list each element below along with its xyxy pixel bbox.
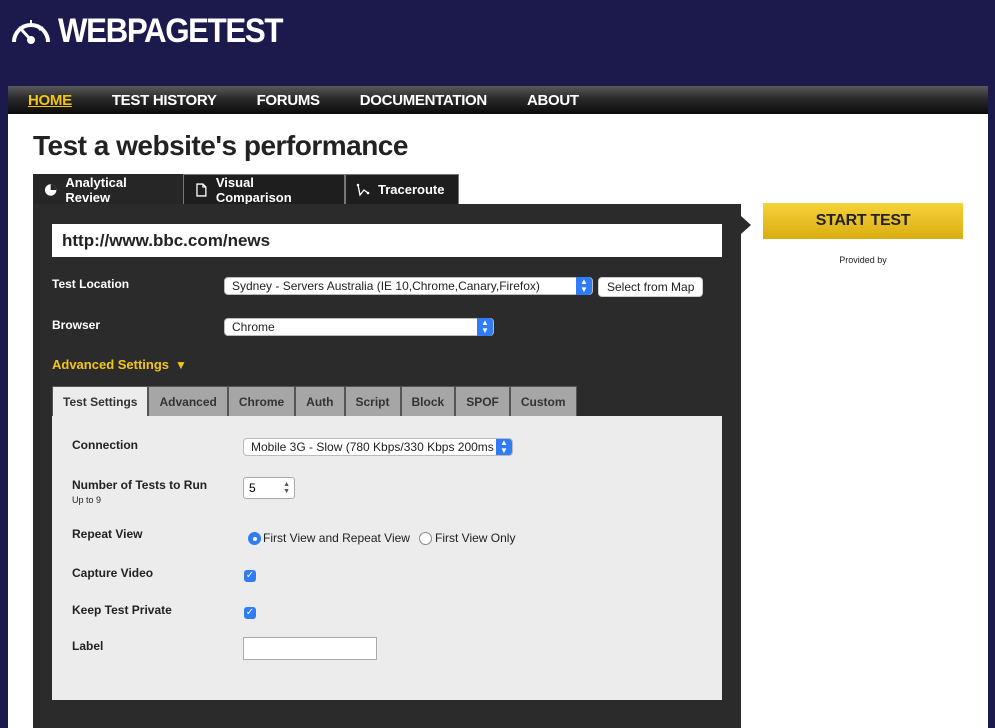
start-test-button[interactable]: START TEST — [763, 203, 963, 239]
radio-first-only[interactable] — [419, 532, 432, 545]
radio-first-only-label: First View Only — [435, 531, 516, 545]
provided-by-text: Provided by — [839, 255, 887, 265]
subtab-test-settings[interactable]: Test Settings — [52, 386, 149, 416]
num-tests-hint: Up to 9 — [72, 495, 102, 505]
nav-test-history[interactable]: TEST HISTORY — [112, 92, 217, 109]
nav-forums[interactable]: FORUMS — [257, 92, 321, 109]
pie-chart-icon — [44, 183, 57, 196]
repeat-view-label: Repeat View — [72, 527, 143, 541]
test-form-panel: Test Location Sydney - Servers Australia… — [33, 204, 741, 728]
subtab-advanced[interactable]: Advanced — [148, 386, 228, 416]
trace-path-icon — [356, 183, 370, 196]
connection-label: Connection — [72, 438, 138, 452]
tab-visual-comparison[interactable]: Visual Comparison — [183, 174, 345, 205]
keep-private-checkbox[interactable]: ✓ — [244, 607, 256, 619]
main-content: Test a website's performance Analytical … — [8, 114, 988, 728]
browser-label: Browser — [52, 318, 101, 332]
radio-first-and-repeat[interactable] — [248, 532, 261, 545]
nav-documentation[interactable]: DOCUMENTATION — [360, 92, 488, 109]
subtab-custom[interactable]: Custom — [509, 386, 577, 416]
nav-home[interactable]: HOME — [28, 92, 72, 109]
num-tests-stepper[interactable]: 5 ▲ ▼ — [243, 477, 295, 499]
select-arrows-icon: ▲ ▼ — [576, 277, 592, 295]
panel-pointer — [741, 216, 751, 234]
label-input[interactable] — [243, 637, 377, 660]
radio-first-and-repeat-label: First View and Repeat View — [263, 531, 410, 545]
nav-about[interactable]: ABOUT — [527, 92, 579, 109]
test-settings-panel: Connection Mobile 3G - Slow (780 Kbps/33… — [52, 416, 722, 700]
num-tests-label: Number of Tests to Run — [72, 478, 208, 492]
select-arrows-icon: ▲ ▼ — [496, 439, 512, 455]
browser-select[interactable]: Chrome ▲ ▼ — [224, 318, 494, 336]
subtab-auth[interactable]: Auth — [295, 386, 345, 416]
page-title: Test a website's performance — [33, 130, 408, 161]
tab-traceroute[interactable]: Traceroute — [345, 174, 459, 204]
capture-video-checkbox[interactable]: ✓ — [244, 570, 256, 582]
stepper-arrows-icon: ▲ ▼ — [283, 481, 290, 495]
select-from-map-button[interactable]: Select from Map — [598, 277, 704, 297]
document-icon — [196, 182, 207, 197]
test-location-select[interactable]: Sydney - Servers Australia (IE 10,Chrome… — [224, 277, 593, 295]
test-location-label: Test Location — [52, 277, 130, 291]
settings-subtabs: Test Settings Advanced Chrome Auth Scrip… — [52, 386, 577, 416]
logo-text: WEBPAGETEST — [58, 12, 283, 50]
subtab-block[interactable]: Block — [400, 386, 456, 416]
subtab-spof[interactable]: SPOF — [455, 386, 510, 416]
select-arrows-icon: ▲ ▼ — [477, 318, 493, 336]
url-input[interactable] — [52, 224, 722, 257]
speedometer-icon — [12, 19, 50, 44]
tab-analytical-review[interactable]: Analytical Review — [33, 174, 183, 205]
keep-private-label: Keep Test Private — [72, 603, 172, 617]
connection-select[interactable]: Mobile 3G - Slow (780 Kbps/330 Kbps 200m… — [243, 438, 513, 456]
subtab-script[interactable]: Script — [344, 386, 401, 416]
advanced-settings-toggle[interactable]: Advanced Settings ▼ — [52, 357, 187, 372]
site-header: WEBPAGETEST — [0, 0, 995, 86]
capture-video-label: Capture Video — [72, 566, 154, 580]
subtab-chrome[interactable]: Chrome — [227, 386, 296, 416]
main-nav: HOME TEST HISTORY FORUMS DOCUMENTATION A… — [8, 86, 988, 114]
triangle-down-icon: ▼ — [175, 358, 187, 372]
logo[interactable]: WEBPAGETEST — [10, 12, 302, 51]
test-type-tabs: Analytical Review Visual Comparison Trac… — [33, 174, 459, 205]
label-field-label: Label — [72, 639, 104, 653]
